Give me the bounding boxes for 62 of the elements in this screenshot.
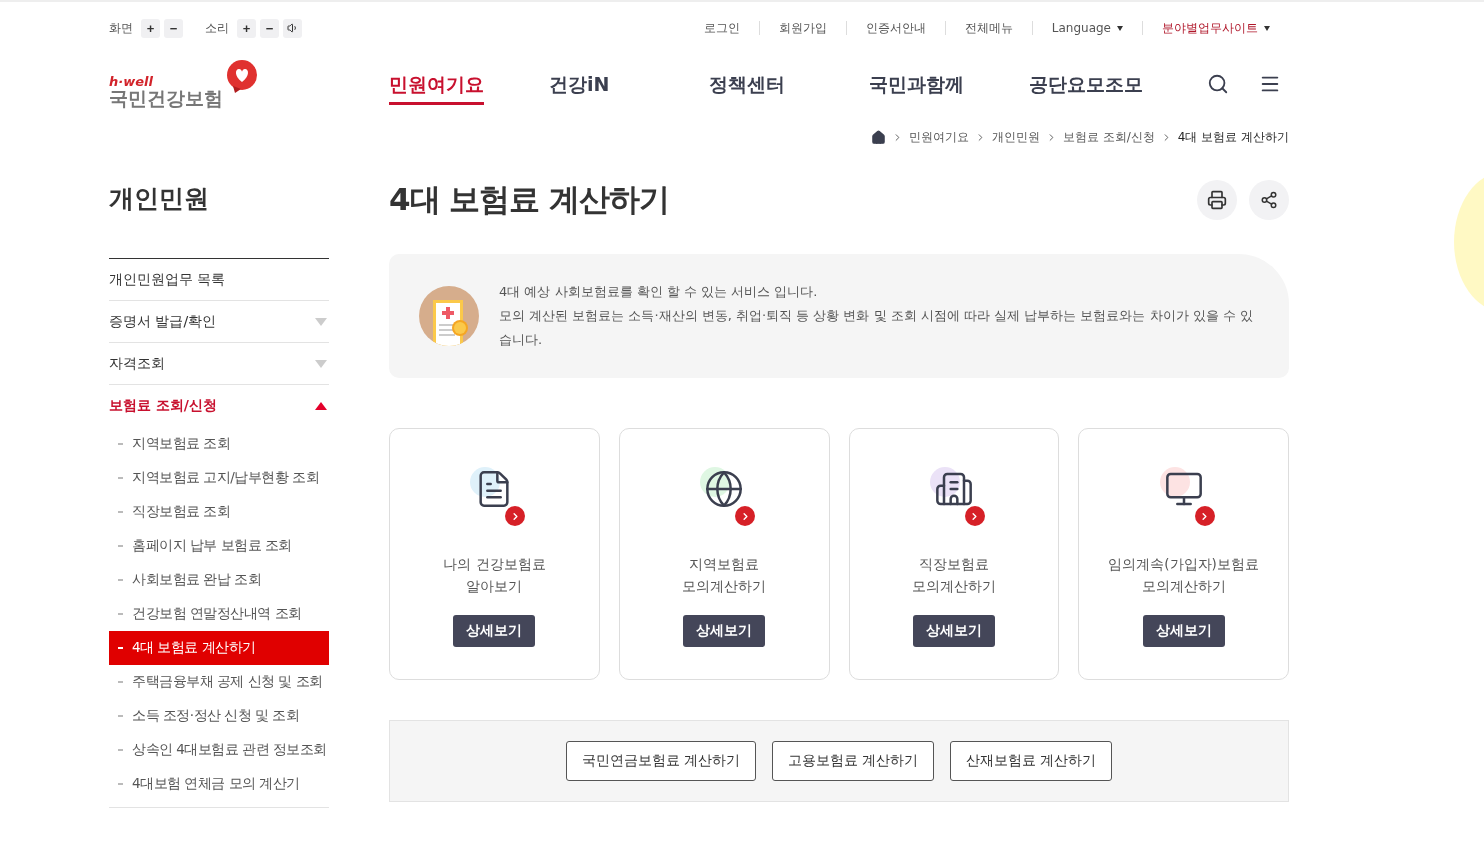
- notice-text: 모의 계산된 보험료는 소득·재산의 변동, 취업·퇴직 등 상황 변화 및 조회 시점에 따라 실제 납부하는 보험료와는 차이가 있을 수 있습니다.: [499, 307, 1254, 349]
- volume-button[interactable]: +: [237, 18, 256, 38]
- nav-tab[interactable]: 공단요모조모: [1029, 63, 1143, 105]
- submenu-item[interactable]: 주택금융부채 공제 신청 및 조회: [109, 665, 329, 699]
- language-dropdown[interactable]: Language: [1031, 21, 1142, 35]
- submenu-item[interactable]: 직장보험료 조회: [109, 495, 329, 529]
- nav-tab[interactable]: 민원여기요: [389, 63, 484, 105]
- submenu-item[interactable]: 사회보험료 완납 조회: [109, 563, 329, 597]
- logo-tagline: h·well: [109, 75, 154, 88]
- submenu-item[interactable]: 4대보험 연체금 모의 계산기: [109, 767, 329, 801]
- sidebar-item[interactable]: 증명서 발급/확인: [109, 301, 329, 343]
- share-icon: [1260, 191, 1278, 209]
- heart-bubble-icon: [225, 60, 259, 94]
- calculator-button[interactable]: 고용보험료 계산하기: [771, 741, 935, 781]
- sound-label: 소리: [205, 19, 229, 37]
- notice-text: 4대 예상 사회보험료를 확인 할 수 있는 서비스 입니다.: [499, 283, 819, 301]
- card-title: 지역보험료 모의계산하기: [682, 555, 767, 596]
- volume-button[interactable]: −: [260, 18, 279, 38]
- submenu-item[interactable]: 상속인 4대보험료 관련 정보조회: [109, 733, 329, 767]
- site-dropdown[interactable]: 분야별업무사이트: [1142, 21, 1289, 35]
- search-icon[interactable]: [1207, 73, 1229, 95]
- card-title: 임의계속(가입자)보험료 모의계산하기: [1108, 555, 1259, 596]
- nav-tab[interactable]: 건강iN: [549, 63, 610, 105]
- sidebar-item[interactable]: 보험료 조회/신청: [109, 385, 329, 427]
- sidebar-item[interactable]: 자격조회: [109, 343, 329, 385]
- breadcrumb-link[interactable]: 4대 보험료 계산하기: [1177, 128, 1289, 146]
- printer-icon: [1207, 190, 1227, 210]
- detail-button[interactable]: 상세보기: [683, 615, 766, 647]
- breadcrumb-link[interactable]: 보험료 조회/신청: [1062, 128, 1155, 146]
- utility-link[interactable]: 전체메뉴: [944, 21, 1032, 35]
- submenu-item[interactable]: 홈페이지 납부 보험료 조회: [109, 529, 329, 563]
- submenu-item[interactable]: 소득 조정·정산 신청 및 조회: [109, 699, 329, 733]
- breadcrumb-link[interactable]: 개인민원: [991, 128, 1040, 146]
- utility-link[interactable]: 로그인: [684, 21, 759, 35]
- submenu-item[interactable]: 지역보험료 고지/납부현황 조회: [109, 461, 329, 495]
- card-title: 나의 건강보험료 알아보기: [443, 555, 546, 596]
- home-icon[interactable]: [870, 129, 886, 145]
- zoom-button[interactable]: −: [164, 18, 183, 38]
- logo-text: 국민건강보험: [109, 88, 223, 108]
- breadcrumb-link[interactable]: 민원여기요: [908, 128, 969, 146]
- share-button[interactable]: [1249, 180, 1289, 220]
- submenu-item[interactable]: 지역보험료 조회: [109, 427, 329, 461]
- calculator-button[interactable]: 국민연금보험료 계산하기: [565, 741, 756, 781]
- nav-tab[interactable]: 정책센터: [709, 63, 785, 105]
- page-title: 4대 보험료 계산하기: [389, 180, 670, 219]
- detail-button[interactable]: 상세보기: [453, 615, 536, 647]
- print-button[interactable]: [1197, 180, 1237, 220]
- speaker-icon[interactable]: [283, 18, 302, 38]
- detail-button[interactable]: 상세보기: [912, 615, 995, 647]
- submenu-item[interactable]: 건강보험 연말정산내역 조회: [109, 597, 329, 631]
- sidebar-item[interactable]: 개인민원업무 목록: [109, 259, 329, 301]
- utility-link[interactable]: 회원가입: [758, 21, 846, 35]
- detail-button[interactable]: 상세보기: [1142, 615, 1225, 647]
- document-coin-icon: [419, 286, 479, 346]
- screen-label: 화면: [109, 19, 133, 37]
- submenu-item[interactable]: 4대 보험료 계산하기: [109, 631, 329, 665]
- zoom-button[interactable]: +: [141, 18, 160, 38]
- nav-tab[interactable]: 국민과함께: [869, 63, 964, 105]
- card-title: 직장보험료 모의계산하기: [911, 555, 996, 596]
- sidebar-title: 개인민원: [109, 182, 329, 259]
- calculator-button[interactable]: 산재보험료 계산하기: [950, 741, 1113, 781]
- utility-link[interactable]: 인증서안내: [845, 21, 945, 35]
